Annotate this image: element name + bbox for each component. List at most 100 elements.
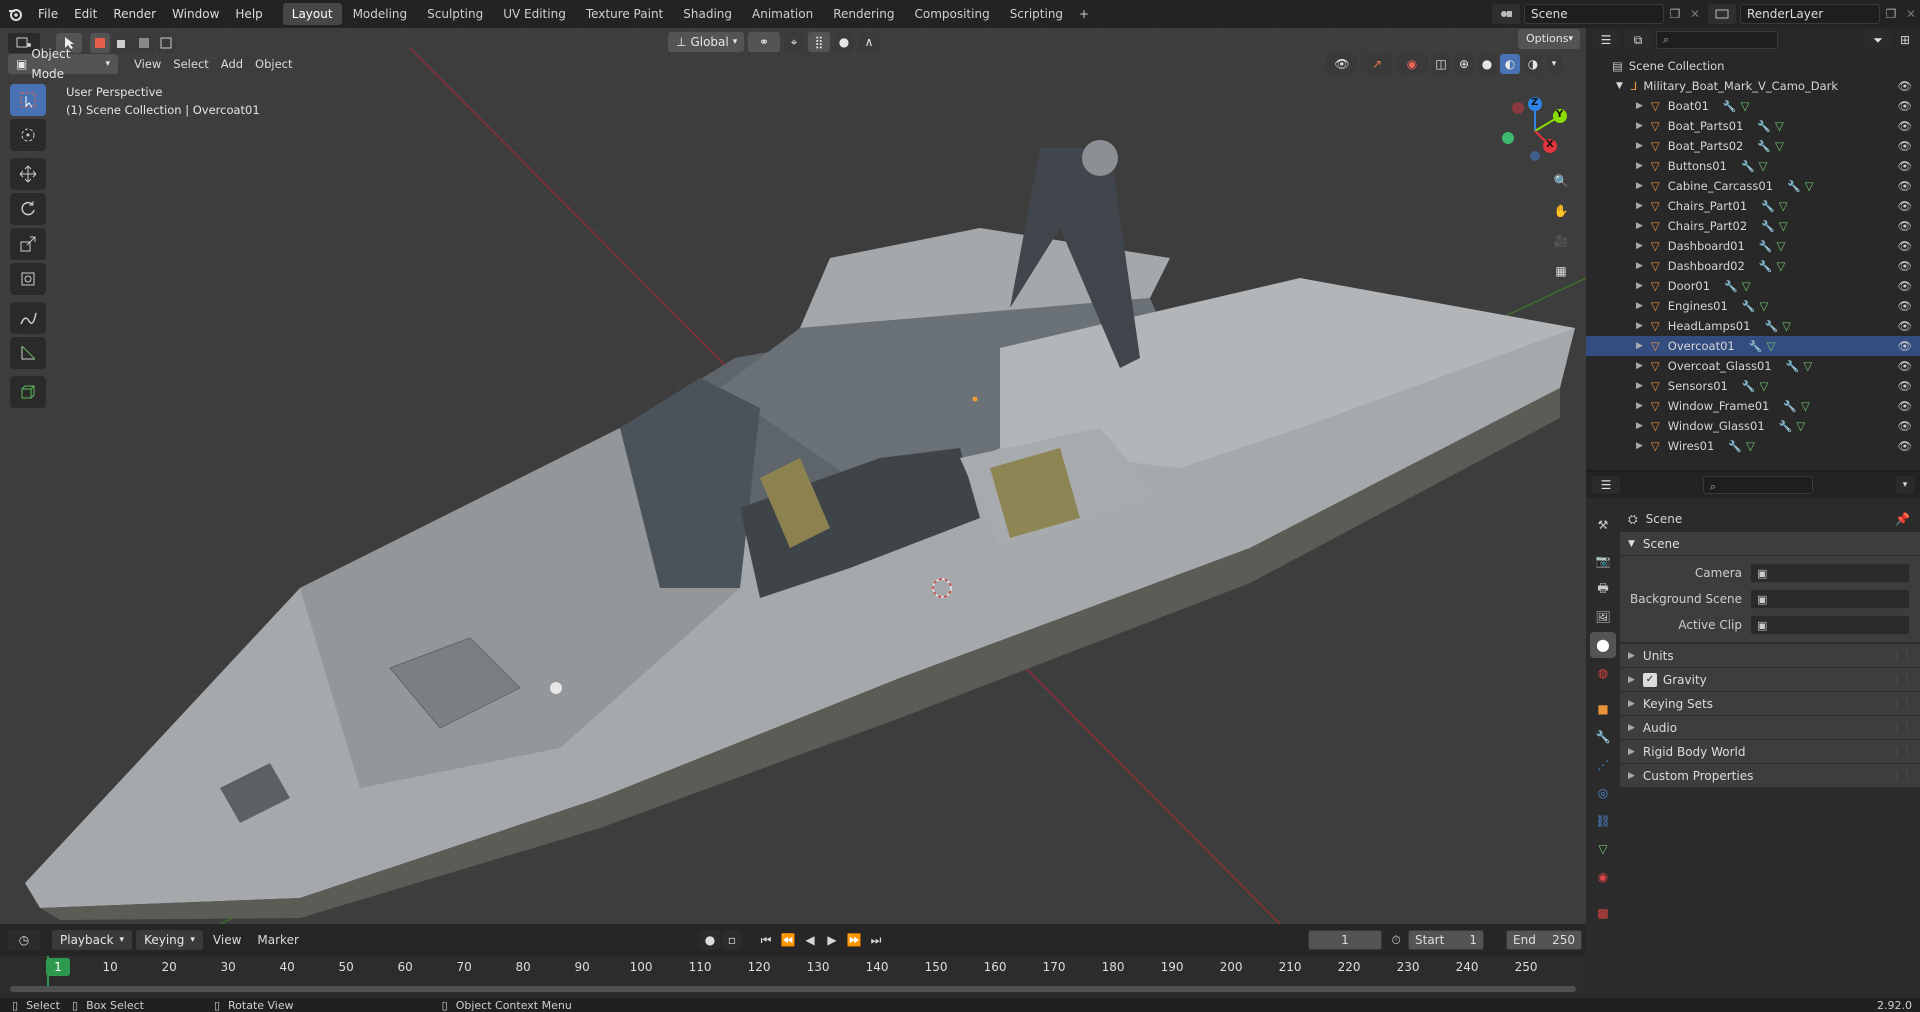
outliner-item[interactable]: ▶ ▽ Dashboard01 🔧 ▽ 👁 <box>1586 236 1920 256</box>
drag-handle-icon[interactable]: ⋮⋮ <box>1892 650 1912 661</box>
outliner-item[interactable]: ▶ ▽ Overcoat01 🔧 ▽ 👁 <box>1586 336 1920 356</box>
drag-handle-icon[interactable]: ⋮⋮ <box>1892 770 1912 781</box>
modifier-wrench-icon[interactable]: 🔧 <box>1741 160 1755 173</box>
physics-tab-icon[interactable]: ◎ <box>1590 780 1616 806</box>
menu-render[interactable]: Render <box>105 0 164 28</box>
outliner-item[interactable]: ▶ ▽ Boat01 🔧 ▽ 👁 <box>1586 96 1920 116</box>
snap-toggle-icon[interactable]: ⌖ <box>784 32 804 52</box>
mesh-data-icon[interactable]: ▽ <box>1746 439 1755 453</box>
view-layer-browse-icon[interactable] <box>1708 4 1736 24</box>
modifier-wrench-icon[interactable]: 🔧 <box>1759 260 1773 273</box>
drag-handle-icon[interactable]: ⋮⋮ <box>1892 746 1912 757</box>
mesh-data-icon[interactable]: ▽ <box>1760 299 1769 313</box>
constraints-tab-icon[interactable]: ⛓ <box>1590 808 1616 834</box>
chevron-right-icon[interactable]: ▶ <box>1636 241 1643 251</box>
display-mode-icon[interactable]: ⧉ <box>1624 31 1652 49</box>
view-layer-name-field[interactable]: RenderLayer <box>1740 4 1880 24</box>
scene-panel-header[interactable]: ▼ Scene <box>1620 532 1920 556</box>
modifier-wrench-icon[interactable]: 🔧 <box>1742 300 1756 313</box>
snap-target-dropdown[interactable]: ⣿ <box>808 32 830 52</box>
tab-sculpting[interactable]: Sculpting <box>418 3 492 25</box>
eye-icon[interactable]: 👁 <box>1897 379 1912 393</box>
measure-tool[interactable] <box>10 337 46 369</box>
filter-icon[interactable]: ⏷ <box>1864 31 1892 49</box>
shading-wireframe-icon[interactable]: ⊕ <box>1454 54 1474 74</box>
modifier-wrench-icon[interactable]: 🔧 <box>1757 140 1771 153</box>
overlay-toggle-icon[interactable]: ◉ <box>1396 54 1428 74</box>
tab-layout[interactable]: Layout <box>282 3 342 25</box>
outliner-item[interactable]: ▶ ▽ Wires01 🔧 ▽ 👁 <box>1586 436 1920 456</box>
modifier-wrench-icon[interactable]: 🔧 <box>1728 440 1742 453</box>
proportional-editing-icon[interactable]: ● <box>834 32 854 52</box>
tab-animation[interactable]: Animation <box>743 3 822 25</box>
chevron-right-icon[interactable]: ▶ <box>1636 441 1643 451</box>
outliner-item[interactable]: ▶ ▽ Engines01 🔧 ▽ 👁 <box>1586 296 1920 316</box>
tab-modeling[interactable]: Modeling <box>344 3 417 25</box>
outliner-item[interactable]: ▶ ▽ Window_Frame01 🔧 ▽ 👁 <box>1586 396 1920 416</box>
pivot-point-dropdown[interactable]: ⚭ <box>748 32 780 52</box>
menu-window[interactable]: Window <box>164 0 227 28</box>
viewport-menu-object[interactable]: Object <box>249 54 298 74</box>
object-mode-dropdown[interactable]: ▣ Object Mode ▾ <box>8 47 118 81</box>
options-dropdown[interactable]: Options ▾ <box>1518 29 1580 49</box>
navigation-gizmo[interactable]: Z Y X <box>1500 96 1570 166</box>
eye-icon[interactable]: 👁 <box>1897 239 1912 253</box>
scene-browse-icon[interactable] <box>1492 4 1520 24</box>
new-view-layer-icon[interactable]: ❐ <box>1880 7 1902 21</box>
chevron-right-icon[interactable]: ▶ <box>1636 101 1643 111</box>
outliner-item[interactable]: ▶ ▽ Chairs_Part01 🔧 ▽ 👁 <box>1586 196 1920 216</box>
scale-tool[interactable] <box>10 228 46 260</box>
eye-icon[interactable]: 👁 <box>1897 79 1912 93</box>
property-section-header[interactable]: ▶ Units ⋮⋮ <box>1620 644 1920 668</box>
outliner-editor-type-icon[interactable]: ☰ <box>1592 31 1620 49</box>
proportional-falloff-icon[interactable]: ∧ <box>858 32 880 52</box>
pan-hand-icon[interactable]: ✋ <box>1548 198 1574 224</box>
outliner-item[interactable]: ▶ ▽ Chairs_Part02 🔧 ▽ 👁 <box>1586 216 1920 236</box>
mesh-data-icon[interactable]: ▽ <box>1801 399 1810 413</box>
properties-search-input[interactable]: ⌕ <box>1703 476 1813 494</box>
chevron-right-icon[interactable]: ▶ <box>1636 341 1643 351</box>
blender-logo-icon[interactable] <box>0 0 30 28</box>
chevron-right-icon[interactable]: ▶ <box>1636 261 1643 271</box>
delete-scene-icon[interactable]: ✕ <box>1686 7 1704 21</box>
mesh-data-icon[interactable]: ▽ <box>1775 119 1784 133</box>
mesh-data-icon[interactable]: ▽ <box>1777 239 1786 253</box>
chevron-right-icon[interactable]: ▶ <box>1636 121 1643 131</box>
property-section-header[interactable]: ▶ Custom Properties ⋮⋮ <box>1620 764 1920 788</box>
outliner-root-row[interactable]: ▤ Scene Collection <box>1586 56 1920 76</box>
mesh-data-icon[interactable]: ▽ <box>1760 379 1769 393</box>
shading-rendered-icon[interactable]: ◑ <box>1523 54 1543 74</box>
transform-orientation-dropdown[interactable]: ⊥ Global ▾ <box>668 32 744 52</box>
mesh-data-icon[interactable]: ▽ <box>1766 339 1775 353</box>
eye-icon[interactable]: 👁 <box>1897 319 1912 333</box>
select-box-tool[interactable] <box>10 84 46 116</box>
mesh-data-icon[interactable]: ▽ <box>1805 179 1814 193</box>
camera-view-icon[interactable]: 🎥 <box>1548 228 1574 254</box>
eye-icon[interactable]: 👁 <box>1897 219 1912 233</box>
scene-name-field[interactable]: Scene <box>1524 4 1664 24</box>
chevron-right-icon[interactable]: ▶ <box>1636 161 1643 171</box>
modifier-wrench-icon[interactable]: 🔧 <box>1757 120 1771 133</box>
modifier-wrench-icon[interactable]: 🔧 <box>1786 360 1800 373</box>
outliner-item[interactable]: ▶ ▽ Boat_Parts01 🔧 ▽ 👁 <box>1586 116 1920 136</box>
output-tab-icon[interactable]: 🖶 <box>1590 576 1616 602</box>
outliner-item[interactable]: ▶ ▽ Sensors01 🔧 ▽ 👁 <box>1586 376 1920 396</box>
mesh-data-icon[interactable]: ▽ <box>1775 139 1784 153</box>
new-scene-icon[interactable]: ❐ <box>1664 7 1686 21</box>
mesh-data-icon[interactable]: ▽ <box>1742 279 1751 293</box>
tab-texture-paint[interactable]: Texture Paint <box>577 3 672 25</box>
particles-tab-icon[interactable]: ⋰ <box>1590 752 1616 778</box>
mesh-data-icon[interactable]: ▽ <box>1782 319 1791 333</box>
perspective-toggle-icon[interactable]: ▦ <box>1548 258 1574 284</box>
outliner-collection-row[interactable]: ▼ ⅃ Military_Boat_Mark_V_Camo_Dark 👁 <box>1586 76 1920 96</box>
outliner-item[interactable]: ▶ ▽ Window_Glass01 🔧 ▽ 👁 <box>1586 416 1920 436</box>
data-tab-icon[interactable]: ▽ <box>1590 836 1616 862</box>
chevron-right-icon[interactable]: ▶ <box>1636 181 1643 191</box>
modifier-wrench-icon[interactable]: 🔧 <box>1761 220 1775 233</box>
eye-icon[interactable]: 👁 <box>1897 399 1912 413</box>
set-selection-extend-icon[interactable] <box>112 33 132 53</box>
eye-icon[interactable]: 👁 <box>1897 199 1912 213</box>
chevron-right-icon[interactable]: ▶ <box>1636 401 1643 411</box>
viewport-menu-select[interactable]: Select <box>167 54 214 74</box>
modifier-wrench-icon[interactable]: 🔧 <box>1764 320 1778 333</box>
